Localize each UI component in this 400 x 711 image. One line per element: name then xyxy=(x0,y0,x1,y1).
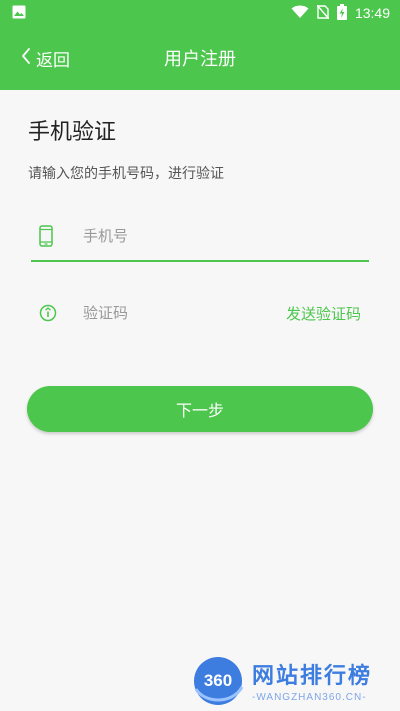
next-button[interactable]: 下一步 xyxy=(27,386,373,432)
phone-field xyxy=(31,212,369,262)
status-bar: 13:49 xyxy=(0,0,400,26)
watermark-logo-text: 360 xyxy=(204,671,232,690)
chevron-left-icon xyxy=(20,47,32,69)
subheading: 请输入您的手机号码，进行验证 xyxy=(28,166,224,182)
code-field: 发送验证码 xyxy=(31,288,369,338)
battery-charging-icon xyxy=(336,3,347,23)
watermark: 360 网站排行榜 -WANGZHAN360.CN- xyxy=(190,650,400,711)
phone-input[interactable] xyxy=(83,227,369,245)
status-left xyxy=(12,4,26,23)
main-content: 手机验证 请输入您的手机号码，进行验证 发送验证码 下一步 xyxy=(0,90,400,711)
status-right: 13:49 xyxy=(291,3,390,23)
watermark-text: 网站排行榜 -WANGZHAN360.CN- xyxy=(252,658,372,703)
status-time: 13:49 xyxy=(354,5,390,21)
send-code-button[interactable]: 发送验证码 xyxy=(286,303,369,324)
no-sim-icon xyxy=(316,4,330,22)
info-icon xyxy=(31,304,63,322)
wifi-icon xyxy=(291,5,309,22)
watermark-subtitle: -WANGZHAN360.CN- xyxy=(252,692,367,703)
code-input[interactable] xyxy=(83,304,286,322)
watermark-title: 网站排行榜 xyxy=(252,664,373,689)
image-icon xyxy=(12,4,26,23)
heading: 手机验证 xyxy=(28,120,117,145)
back-button[interactable]: 返回 xyxy=(20,26,70,90)
back-label: 返回 xyxy=(36,50,70,71)
app-bar: 返回 用户注册 xyxy=(0,26,400,90)
watermark-logo: 360 xyxy=(190,653,246,709)
phone-icon xyxy=(31,225,63,247)
